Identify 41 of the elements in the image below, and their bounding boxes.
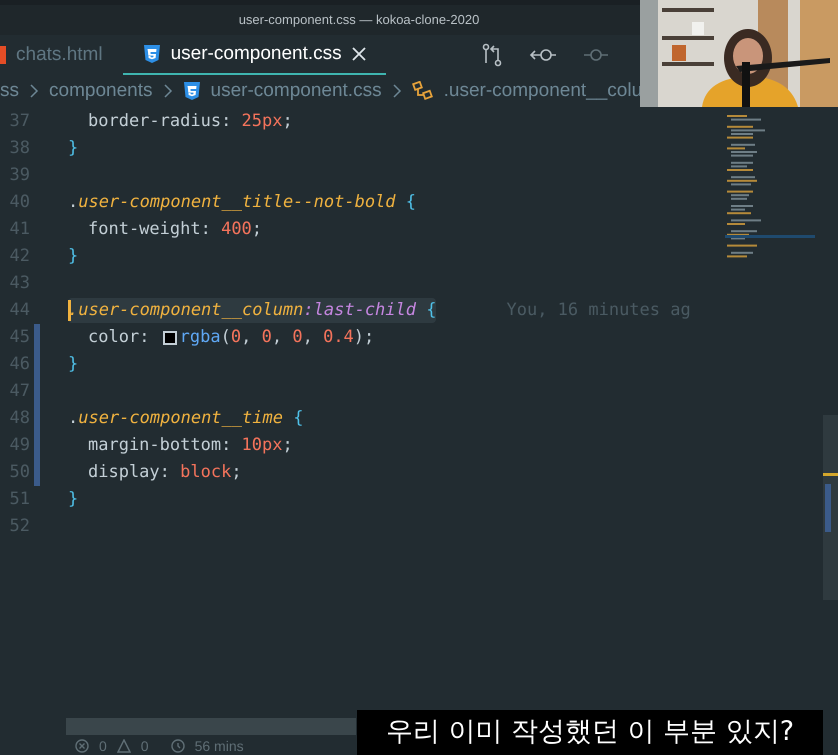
css-file-icon [142, 44, 161, 64]
breadcrumb-item[interactable]: .user-component__colu [444, 76, 642, 106]
history-icon[interactable] [168, 739, 185, 753]
code-text: .user-component__title--not-bold { [68, 190, 416, 214]
code-text: color: [88, 326, 150, 349]
editor-tab[interactable]: user-component.css [122, 35, 386, 75]
change-marker[interactable] [34, 459, 40, 486]
code-text: font-weight: 400; [88, 218, 262, 241]
code-text: .user-component__time { [68, 406, 304, 430]
horizontal-scrollbar[interactable] [66, 718, 356, 735]
vertical-scrollbar[interactable] [823, 415, 838, 600]
code-text: display: block; [88, 460, 242, 484]
code-text: rgba(0, 0, 0, 0.4); [180, 326, 374, 349]
warning-count[interactable]: 0 [140, 736, 149, 755]
css-file-icon [182, 81, 201, 101]
html-file-icon [0, 45, 6, 65]
code-text: } [68, 488, 78, 511]
subtitle: 우리 이미 작성했던 이 부분 있지? [357, 710, 823, 755]
error-icon[interactable] [75, 739, 89, 753]
status-time[interactable]: 56 mins [194, 736, 244, 755]
code-text: } [68, 136, 78, 160]
editor-tab[interactable]: chats.html [0, 35, 123, 75]
close-icon[interactable] [352, 47, 366, 61]
compare-changes-icon[interactable] [480, 43, 503, 67]
code-text: } [68, 244, 78, 268]
chevron-right-icon [162, 83, 173, 99]
error-count[interactable]: 0 [99, 736, 107, 755]
breadcrumb-item[interactable]: components [49, 76, 153, 106]
code-text: } [68, 352, 78, 376]
chevron-right-icon [392, 83, 402, 99]
warning-icon[interactable] [116, 739, 131, 753]
code-text: border-radius: 25px; [88, 110, 293, 133]
code-text: .user-component__column:last-child { [68, 298, 436, 322]
breadcrumb-item[interactable]: user-component.css [210, 76, 382, 106]
code-text: margin-bottom: 10px; [88, 434, 293, 457]
chevron-right-icon [29, 83, 39, 99]
change-marker[interactable] [34, 324, 40, 351]
color-swatch-icon[interactable] [162, 330, 177, 344]
breadcrumb-item[interactable]: ss [0, 76, 19, 106]
window-title: user-component.css — kokoa-clone-2020 [238, 11, 480, 30]
symbol-icon [412, 81, 434, 101]
